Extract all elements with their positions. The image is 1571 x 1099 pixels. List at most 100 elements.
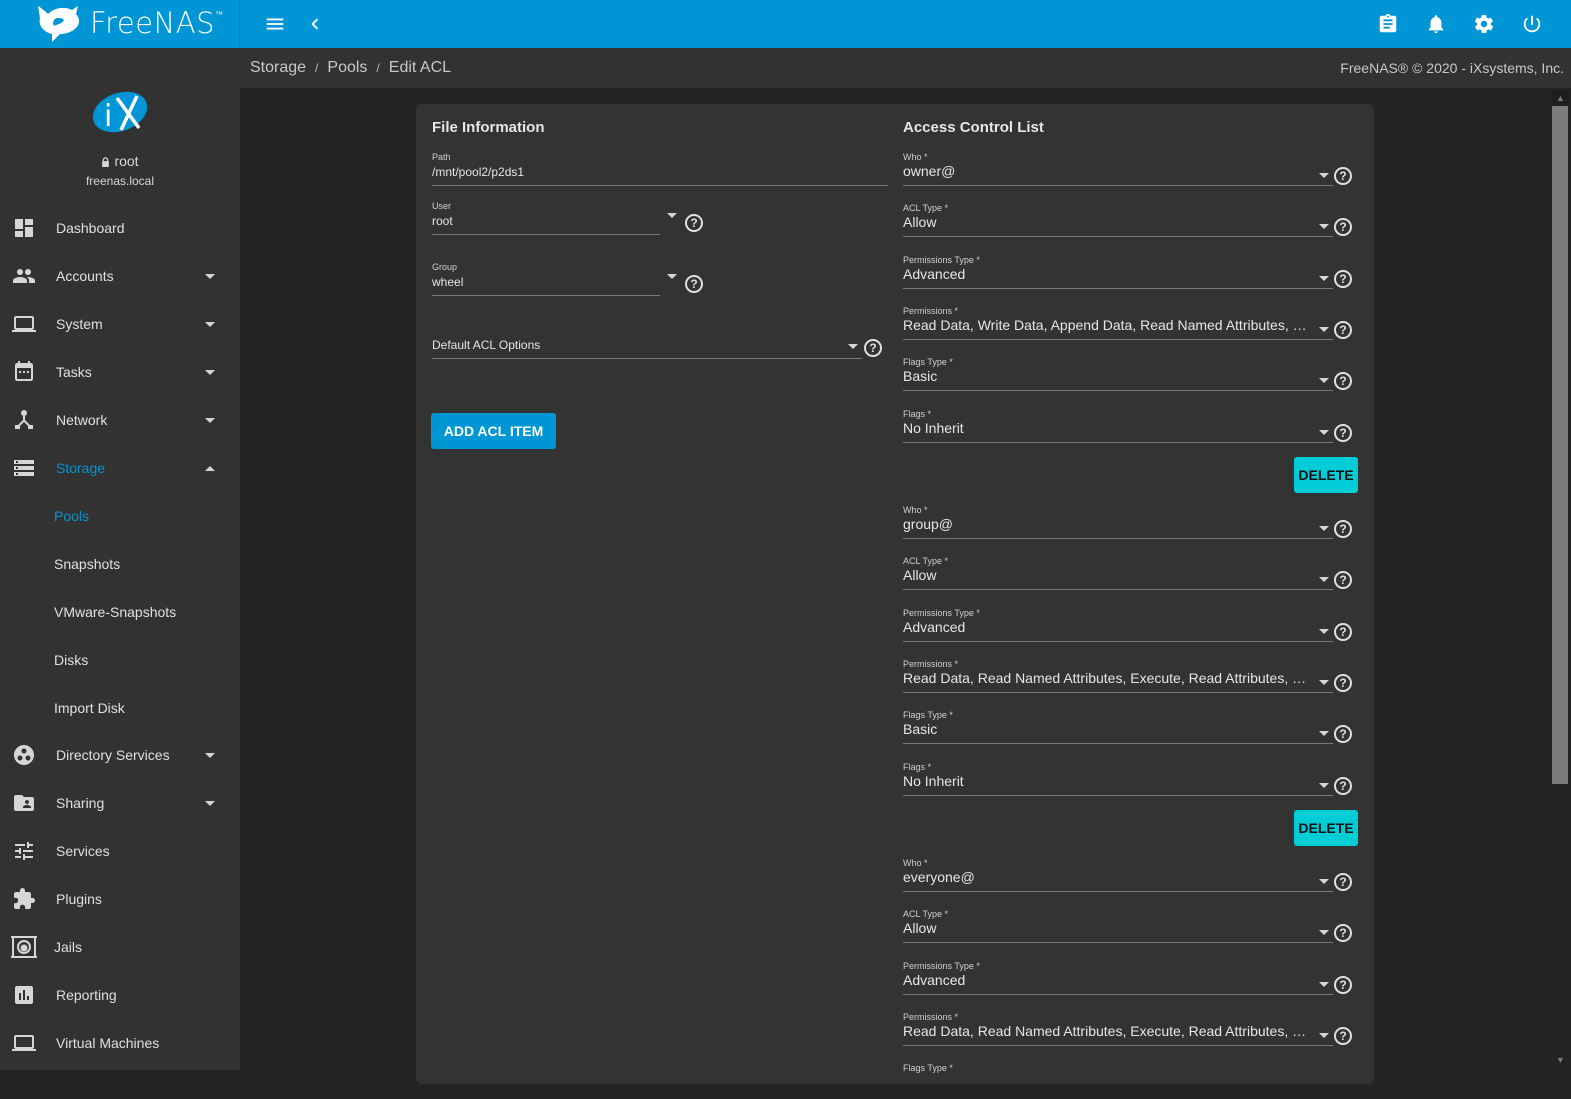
- alerts-button[interactable]: [1424, 12, 1448, 36]
- sidebar-item-directory-services[interactable]: Directory Services: [0, 731, 240, 779]
- acl-flags-select[interactable]: Flags * No Inherit: [903, 762, 1333, 798]
- acl-who-help-icon[interactable]: ?: [1334, 167, 1352, 185]
- acl-permissions-help-icon[interactable]: ?: [1334, 1027, 1352, 1045]
- acl-permissions-type-select[interactable]: Permissions Type * Advanced: [903, 255, 1333, 291]
- sidebar-item-reporting[interactable]: Reporting: [0, 971, 240, 1019]
- scroll-down-arrow-icon[interactable]: ▼: [1552, 1052, 1569, 1068]
- acl-acl-type-dropdown-arrow-icon[interactable]: [1319, 577, 1329, 582]
- acl-acl-type-dropdown-arrow-icon[interactable]: [1319, 224, 1329, 229]
- delete-acl-item-button[interactable]: DELETE: [1294, 457, 1358, 493]
- acl-who-dropdown-arrow-icon[interactable]: [1319, 173, 1329, 178]
- acl-acl-type-help-icon[interactable]: ?: [1334, 924, 1352, 942]
- acl-who-dropdown-arrow-icon[interactable]: [1319, 879, 1329, 884]
- sidebar-subitem-import-disk[interactable]: Import Disk: [0, 684, 240, 732]
- acl-flags-select[interactable]: Flags * No Inherit: [903, 409, 1333, 445]
- sidebar-item-sharing[interactable]: Sharing: [0, 779, 240, 827]
- scroll-up-arrow-icon[interactable]: ▲: [1552, 90, 1569, 106]
- acl-flags-dropdown-arrow-icon[interactable]: [1319, 430, 1329, 435]
- group-dropdown-arrow-icon[interactable]: [667, 274, 677, 279]
- acl-permissions-type-dropdown-arrow-icon[interactable]: [1319, 276, 1329, 281]
- sidebar-item-virtual-machines[interactable]: Virtual Machines: [0, 1019, 240, 1067]
- acl-permissions-select[interactable]: Permissions * Read Data, Write Data, App…: [903, 306, 1333, 342]
- acl-acl-type-select[interactable]: ACL Type * Allow: [903, 203, 1333, 239]
- sidebar-item-services[interactable]: Services: [0, 827, 240, 875]
- acl-acl-type-help-icon[interactable]: ?: [1334, 218, 1352, 236]
- sidebar-subitem-snapshots[interactable]: Snapshots: [0, 540, 240, 588]
- acl-permissions-type-select[interactable]: Permissions Type * Advanced: [903, 961, 1333, 997]
- acl-flags-type-help-icon[interactable]: ?: [1334, 725, 1352, 743]
- acl-who-help-icon[interactable]: ?: [1334, 873, 1352, 891]
- acl-permissions-dropdown-arrow-icon[interactable]: [1319, 327, 1329, 332]
- acl-who-select[interactable]: Who * group@: [903, 505, 1333, 541]
- sidebar-subitem-pools[interactable]: Pools: [0, 492, 240, 540]
- acl-flags-help-icon[interactable]: ?: [1334, 777, 1352, 795]
- breadcrumb-edit-acl: Edit ACL: [388, 59, 452, 76]
- task-manager-button[interactable]: [1376, 12, 1400, 36]
- group-select[interactable]: Group wheel: [432, 262, 660, 298]
- sidebar-item-jails[interactable]: Jails: [0, 923, 240, 971]
- acl-acl-type-select[interactable]: ACL Type * Allow: [903, 556, 1333, 592]
- acl-flags-type-dropdown-arrow-icon[interactable]: [1319, 731, 1329, 736]
- acl-flags-type-dropdown-arrow-icon[interactable]: [1319, 378, 1329, 383]
- acl-flags-help-icon[interactable]: ?: [1334, 424, 1352, 442]
- acl-flags-dropdown-arrow-icon[interactable]: [1319, 783, 1329, 788]
- sidebar-item-accounts[interactable]: Accounts: [0, 252, 240, 300]
- delete-acl-item-button[interactable]: DELETE: [1294, 810, 1358, 846]
- brand-logo[interactable]: FreeNAS™: [0, 0, 240, 48]
- chevron-down-icon: [205, 321, 215, 327]
- jail-icon: [10, 935, 38, 959]
- collapse-sidebar-button[interactable]: [303, 12, 327, 36]
- sidebar-subitem-disks[interactable]: Disks: [0, 636, 240, 684]
- acl-permissions-dropdown-arrow-icon[interactable]: [1319, 1033, 1329, 1038]
- acl-permissions-type-select[interactable]: Permissions Type * Advanced: [903, 608, 1333, 644]
- acl-flags-type-select[interactable]: Flags Type * Basic: [903, 710, 1333, 746]
- breadcrumb-pools[interactable]: Pools: [327, 59, 367, 76]
- acl-flags-type-select[interactable]: Flags Type *: [903, 1063, 1333, 1099]
- acl-acl-type-help-icon[interactable]: ?: [1334, 571, 1352, 589]
- acl-permissions-type-help-icon[interactable]: ?: [1334, 976, 1352, 994]
- user-help-icon[interactable]: ?: [685, 214, 703, 232]
- default-acl-options-select[interactable]: Default ACL Options: [432, 336, 862, 360]
- file-information-title: File Information: [432, 119, 545, 136]
- breadcrumb-storage[interactable]: Storage: [250, 59, 306, 76]
- acl-permissions-type-help-icon[interactable]: ?: [1334, 270, 1352, 288]
- sidebar-item-tasks[interactable]: Tasks: [0, 348, 240, 396]
- acl-acl-type-select[interactable]: ACL Type * Allow: [903, 909, 1333, 945]
- acl-who-select[interactable]: Who * everyone@: [903, 858, 1333, 894]
- add-acl-item-button[interactable]: ADD ACL ITEM: [431, 413, 556, 449]
- path-field[interactable]: Path /mnt/pool2/p2ds1: [432, 152, 888, 188]
- sidebar-item-plugins[interactable]: Plugins: [0, 875, 240, 923]
- acl-permissions-select[interactable]: Permissions * Read Data, Read Named Attr…: [903, 659, 1333, 695]
- sidebar-item-storage[interactable]: Storage: [0, 444, 240, 492]
- acl-flags-type-help-icon[interactable]: ?: [1334, 372, 1352, 390]
- ixsystems-logo-icon: i: [92, 91, 148, 134]
- group-help-icon[interactable]: ?: [685, 275, 703, 293]
- acl-permissions-dropdown-arrow-icon[interactable]: [1319, 680, 1329, 685]
- scrollbar-thumb[interactable]: [1552, 106, 1568, 784]
- acl-permissions-type-help-icon[interactable]: ?: [1334, 623, 1352, 641]
- sidebar-subitem-vmware-snapshots[interactable]: VMware-Snapshots: [0, 588, 240, 636]
- user-select[interactable]: User root: [432, 201, 660, 237]
- power-button[interactable]: [1520, 12, 1544, 36]
- acl-permissions-type-dropdown-arrow-icon[interactable]: [1319, 982, 1329, 987]
- default-acl-dropdown-arrow-icon[interactable]: [848, 344, 858, 349]
- page-scrollbar[interactable]: ▲ ▼: [1551, 88, 1571, 1070]
- sidebar-item-network[interactable]: Network: [0, 396, 240, 444]
- menu-toggle-button[interactable]: [263, 12, 287, 36]
- acl-who-dropdown-arrow-icon[interactable]: [1319, 526, 1329, 531]
- acl-who-select[interactable]: Who * owner@: [903, 152, 1333, 188]
- sidebar-item-dashboard[interactable]: Dashboard: [0, 204, 240, 252]
- acl-permissions-select[interactable]: Permissions * Read Data, Read Named Attr…: [903, 1012, 1333, 1048]
- user-dropdown-arrow-icon[interactable]: [667, 213, 677, 218]
- username: root: [114, 153, 139, 169]
- acl-acl-type-dropdown-arrow-icon[interactable]: [1319, 930, 1329, 935]
- acl-permissions-help-icon[interactable]: ?: [1334, 321, 1352, 339]
- sidebar-item-system[interactable]: System: [0, 300, 240, 348]
- acl-who-help-icon[interactable]: ?: [1334, 520, 1352, 538]
- default-acl-help-icon[interactable]: ?: [864, 339, 882, 357]
- settings-button[interactable]: [1472, 12, 1496, 36]
- acl-permissions-help-icon[interactable]: ?: [1334, 674, 1352, 692]
- acl-permissions-type-dropdown-arrow-icon[interactable]: [1319, 629, 1329, 634]
- acl-flags-type-select[interactable]: Flags Type * Basic: [903, 357, 1333, 393]
- chevron-down-icon: [205, 417, 215, 423]
